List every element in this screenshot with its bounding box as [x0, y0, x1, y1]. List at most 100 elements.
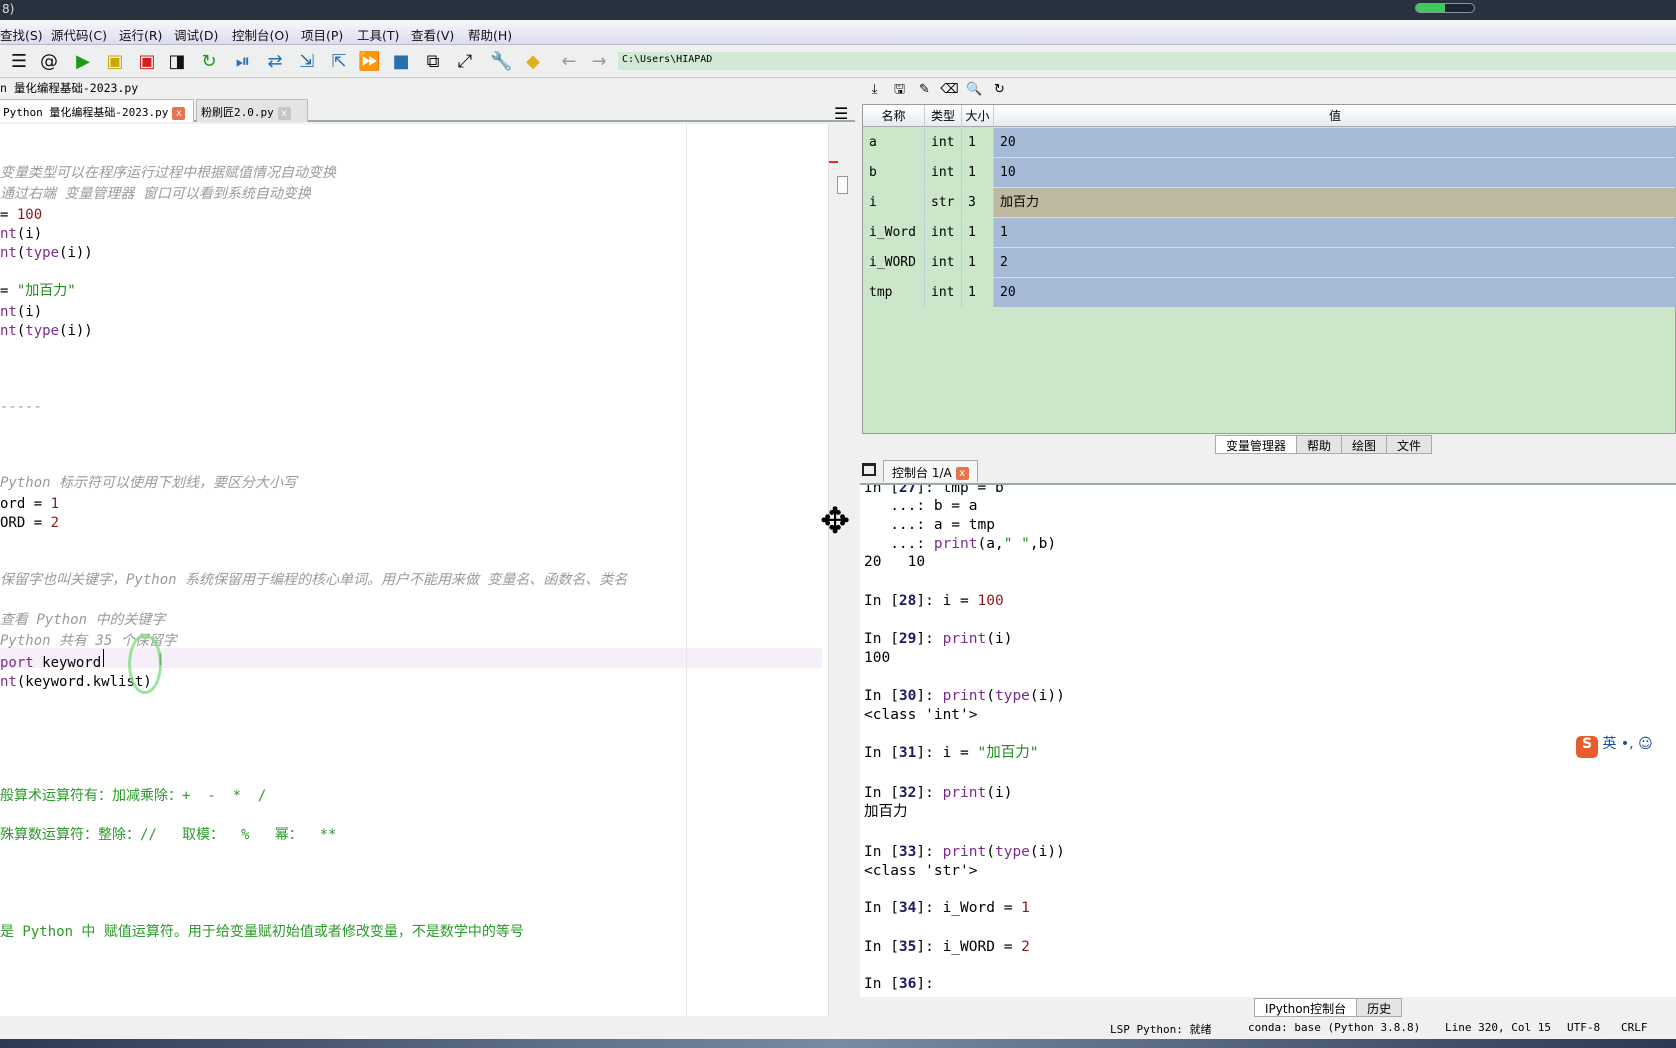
step-icon[interactable]: ⇄: [264, 51, 286, 73]
code-token: nt: [0, 226, 17, 242]
tab-console[interactable]: 控制台 1/A x: [883, 460, 978, 482]
import-data-icon[interactable]: ⤓: [862, 82, 887, 97]
tab-editor-file-2[interactable]: 粉刷匠2.0.py x: [196, 99, 308, 122]
save-as-icon[interactable]: ✎: [912, 82, 937, 97]
code-line[interactable]: 变量类型可以在程序运行过程中根据赋值情况自动变换: [0, 164, 336, 183]
code-line[interactable]: 查看 Python 中的关键字: [0, 611, 165, 630]
code-line[interactable]: nt(i): [0, 225, 42, 244]
column-header-type[interactable]: 类型: [925, 105, 962, 127]
code-line[interactable]: -----: [0, 398, 42, 417]
ipython-console[interactable]: In [27]: tmp = b ...: b = a ...: a = tmp…: [860, 483, 1676, 997]
menu-item[interactable]: 源代码(C): [51, 25, 107, 44]
close-icon[interactable]: x: [277, 106, 291, 120]
run-selection-icon[interactable]: ◨: [166, 51, 188, 73]
console-token: 35: [898, 939, 917, 955]
code-line[interactable]: 通过右端 变量管理器 窗口可以看到系统自动变换: [0, 185, 311, 204]
edge-line: [686, 124, 687, 1016]
console-line: 加百力: [864, 803, 908, 822]
tab-pane[interactable]: 帮助: [1296, 435, 1343, 454]
tab-console-pane[interactable]: IPython控制台: [1254, 998, 1358, 1017]
code-line[interactable]: 保留字也叫关键字，Python 系统保留用于编程的核心单词。用户不能用来做 变量…: [0, 571, 627, 590]
column-header-value[interactable]: 值: [994, 105, 1676, 127]
emoji-icon[interactable]: ☺: [1638, 736, 1653, 752]
undock-icon[interactable]: [862, 463, 876, 476]
code-line[interactable]: nt(type(i)): [0, 322, 93, 341]
ime-mode[interactable]: 英: [1602, 736, 1616, 752]
menu-item[interactable]: 调试(D): [174, 25, 218, 44]
code-line[interactable]: Python 标示符可以使用下划线，要区分大小写: [0, 474, 297, 493]
code-editor[interactable]: [0, 124, 828, 1016]
console-token: In [: [864, 483, 899, 496]
variable-row[interactable]: i_Word int 1 1: [863, 218, 1676, 248]
console-token: In [: [864, 688, 899, 704]
menu-item[interactable]: 查看(V): [411, 25, 454, 44]
python-icon[interactable]: ◆: [522, 51, 544, 73]
tab-console-pane[interactable]: 历史: [1356, 998, 1403, 1017]
run-cell-icon[interactable]: ▣: [104, 51, 126, 73]
console-token: ]: i_WORD =: [916, 939, 1022, 955]
column-header-size[interactable]: 大小: [962, 105, 994, 127]
rerun-icon[interactable]: ↻: [198, 51, 220, 73]
save-data-icon[interactable]: 🖫: [887, 80, 912, 102]
menu-item[interactable]: 工具(T): [357, 25, 399, 44]
ime-toolbar[interactable]: S 英 •, ☺: [1572, 730, 1657, 758]
variable-toolbar: ⤓ 🖫 ✎ ⌫ 🔍 ↻: [862, 80, 1012, 100]
code-line[interactable]: 是 Python 中 赋值运算符。用于给变量赋初始值或者修改变量，不是数学中的等…: [0, 923, 524, 942]
menu-item[interactable]: 控制台(O): [232, 25, 289, 44]
close-icon[interactable]: x: [955, 467, 969, 480]
code-line[interactable]: ord = 1: [0, 495, 59, 514]
code-line[interactable]: nt(i): [0, 303, 42, 322]
at-icon[interactable]: @: [38, 51, 60, 73]
search-icon[interactable]: 🔍: [962, 82, 987, 97]
sogou-logo-icon: S: [1576, 736, 1598, 758]
variable-row[interactable]: b int 1 10: [863, 158, 1676, 188]
run-icon[interactable]: ▶: [72, 51, 94, 73]
run-cell-advance-icon[interactable]: ▣: [136, 51, 158, 73]
stop-icon[interactable]: ■: [390, 51, 412, 73]
tab-pane[interactable]: 绘图: [1341, 435, 1388, 454]
console-token: print: [942, 631, 987, 647]
step-return-icon[interactable]: ⇱: [328, 51, 350, 73]
back-arrow-icon[interactable]: ←: [558, 51, 580, 73]
console-line: In [32]: print(i): [864, 784, 1012, 803]
refresh-icon[interactable]: ↻: [987, 82, 1012, 97]
code-line[interactable]: = "加百力": [0, 282, 76, 301]
working-directory-input[interactable]: C:\Users\HIAPAD: [618, 52, 1676, 70]
editor-scrollbar[interactable]: [828, 124, 853, 1016]
code-line[interactable]: 殊算数运算符：整除：// 取模： % 幂： **: [0, 826, 336, 845]
fullscreen-icon[interactable]: ⤢: [454, 51, 476, 73]
code-line[interactable]: = 100: [0, 206, 42, 225]
tab-editor-file-1[interactable]: Python 量化编程基础-2023.py x: [0, 99, 194, 122]
maximize-pane-icon[interactable]: ⧉: [422, 51, 444, 73]
eraser-icon[interactable]: ⌫: [937, 82, 962, 97]
column-header-name[interactable]: 名称: [863, 105, 925, 127]
variable-row[interactable]: i_WORD int 1 2: [863, 248, 1676, 278]
step-into-icon[interactable]: ⇲: [296, 51, 318, 73]
wrench-icon[interactable]: 🔧: [490, 51, 512, 73]
menu-item[interactable]: 项目(P): [301, 25, 343, 44]
code-line[interactable]: nt(type(i)): [0, 244, 93, 263]
code-line[interactable]: 般算术运算符有：加减乘除：+ - * /: [0, 787, 266, 806]
code-token: (i): [16, 226, 43, 242]
menu-item[interactable]: 运行(R): [119, 25, 162, 44]
close-icon[interactable]: x: [172, 106, 186, 120]
window-title: 8): [2, 2, 15, 16]
menu-item[interactable]: 帮助(H): [468, 25, 512, 44]
variable-row[interactable]: a int 1 20: [863, 128, 1676, 158]
debug-icon[interactable]: ⏯: [232, 51, 254, 73]
tab-pane[interactable]: 变量管理器: [1215, 435, 1298, 454]
scrollbar-thumb[interactable]: [837, 176, 848, 194]
ime-punct[interactable]: •,: [1621, 736, 1634, 752]
outline-icon[interactable]: ☰: [8, 51, 30, 73]
tab-pane[interactable]: 文件: [1386, 435, 1433, 454]
forward-arrow-icon[interactable]: →: [588, 51, 610, 73]
console-token: ...: a = tmp: [864, 517, 995, 533]
variable-row[interactable]: tmp int 1 20: [863, 278, 1676, 308]
variable-row[interactable]: i str 3 加百力: [863, 188, 1676, 218]
continue-icon[interactable]: ⏩: [358, 51, 380, 73]
menu-item[interactable]: 查找(S): [0, 25, 43, 44]
options-menu-icon[interactable]: ☰: [834, 104, 848, 123]
code-line[interactable]: ORD = 2: [0, 514, 59, 533]
console-line: <class 'str'>: [864, 862, 978, 881]
code-line[interactable]: port keyword: [0, 654, 101, 673]
